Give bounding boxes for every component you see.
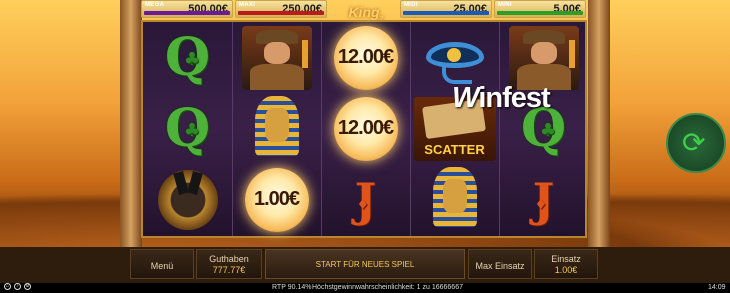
reel-cell: J ♦ xyxy=(499,164,588,235)
sound-icon[interactable]: ♪ xyxy=(14,283,21,290)
coin-value: 12.00€ xyxy=(337,117,394,139)
max-bet-button[interactable]: Max Einsatz xyxy=(468,249,532,279)
jackpot-midi: MIDI 25.00€ xyxy=(400,0,492,18)
jackpot-mega: MEGA 500.00€ xyxy=(141,0,233,18)
reel-2: 1.00€ xyxy=(232,22,321,236)
right-pillar xyxy=(588,0,610,250)
club-icon: ♣ xyxy=(183,49,200,70)
symbol-q: Q ♣ xyxy=(165,27,210,88)
anubis-symbol xyxy=(157,169,218,230)
menu-button[interactable]: Menü xyxy=(130,249,194,279)
refresh-icon: ⟳ xyxy=(682,127,706,158)
reel-cell: 12.00€ xyxy=(321,22,410,93)
club-icon: ♣ xyxy=(539,120,556,141)
balance-value: 777.77€ xyxy=(212,265,246,275)
diamond-icon: ♦ xyxy=(534,196,548,213)
symbol-j: J ♦ xyxy=(533,173,555,227)
bet-label: Einsatz xyxy=(551,254,581,264)
jackpot-mega-label: MEGA xyxy=(145,2,165,8)
start-label: START FÜR NEUES SPIEL xyxy=(315,260,415,269)
home-icon[interactable]: ⌂ xyxy=(4,283,11,290)
jackpot-midi-bar xyxy=(403,11,489,15)
control-bar: Menü Guthaben 777.77€ START FÜR NEUES SP… xyxy=(0,247,730,283)
watermark-text: infest xyxy=(478,82,550,114)
diamond-icon: ♦ xyxy=(356,196,370,213)
reel-cell: Q ♣ xyxy=(143,93,232,164)
balance-display: Guthaben 777.77€ xyxy=(196,249,262,279)
start-button[interactable]: START FÜR NEUES SPIEL xyxy=(265,249,465,279)
explorer-symbol xyxy=(508,25,579,90)
reel-divider xyxy=(410,22,411,236)
pharaoh-symbol xyxy=(427,166,483,233)
bet-value: 1.00€ xyxy=(554,265,578,275)
reel-3: 12.00€ 12.00€ J ♦ xyxy=(321,22,410,236)
status-bar: ⌂ ♪ ⚙ RTP 90.14% Höchstgewinnwahrscheinl… xyxy=(0,283,730,293)
game-logo: EGYPT King2 xyxy=(335,0,397,23)
refresh-button[interactable]: ⟳ xyxy=(666,113,726,173)
pharaoh-symbol xyxy=(249,95,305,162)
reel-cell xyxy=(410,164,499,235)
eye-of-horus-symbol xyxy=(420,32,490,84)
jackpot-maxi-label: MAXI xyxy=(239,2,256,8)
reel-4: SCATTER xyxy=(410,22,499,236)
max-bet-label: Max Einsatz xyxy=(475,261,525,271)
bet-selector[interactable]: Einsatz 1.00€ xyxy=(534,249,598,279)
reel-cell: 1.00€ xyxy=(232,164,321,235)
coin-symbol: 1.00€ xyxy=(244,167,309,232)
reel-cell xyxy=(232,93,321,164)
jackpot-mini: MINI 5.00€ xyxy=(494,0,586,18)
club-icon: ♣ xyxy=(183,120,200,141)
logo-line2: King xyxy=(348,4,380,20)
watermark-logo: Winfest xyxy=(452,82,551,114)
explorer-symbol xyxy=(241,25,312,90)
coin-symbol: 12.00€ xyxy=(333,25,398,90)
reel-grid: Q ♣ Q ♣ 1.00€ 12.00€ 12.00€ J ♦ SCATTER Q ♣ J ♦ xyxy=(141,20,587,238)
reel-cell: Q ♣ xyxy=(143,22,232,93)
reel-divider xyxy=(232,22,233,236)
clock: 14:09 xyxy=(708,284,726,291)
jackpot-midi-label: MIDI xyxy=(404,2,418,8)
menu-label: Menü xyxy=(150,261,174,271)
symbol-j: J ♦ xyxy=(355,173,377,227)
balance-label: Guthaben xyxy=(209,254,249,264)
jackpot-mini-label: MINI xyxy=(498,2,512,8)
reel-1: Q ♣ Q ♣ xyxy=(143,22,232,236)
coin-value: 12.00€ xyxy=(337,46,394,68)
left-pillar xyxy=(120,0,142,250)
symbol-q: Q ♣ xyxy=(165,98,210,159)
reel-cell xyxy=(232,22,321,93)
reel-divider xyxy=(321,22,322,236)
scatter-label: SCATTER xyxy=(424,141,485,157)
coin-value: 1.00€ xyxy=(253,188,300,210)
jackpot-maxi-bar xyxy=(238,11,324,15)
reel-divider xyxy=(499,22,500,236)
settings-icon[interactable]: ⚙ xyxy=(24,283,31,290)
reel-cell: 12.00€ xyxy=(321,93,410,164)
reel-cell: J ♦ xyxy=(321,164,410,235)
jackpot-mini-bar xyxy=(497,11,583,15)
coin-symbol: 12.00€ xyxy=(333,96,398,161)
reel-5: Q ♣ J ♦ xyxy=(499,22,588,236)
jackpot-maxi: MAXI 250.00€ xyxy=(235,0,327,18)
jackpot-mega-bar xyxy=(144,11,230,15)
odds-text: Höchstgewinnwahrscheinlichkeit: 1 zu 166… xyxy=(312,284,463,291)
reel-cell xyxy=(143,164,232,235)
rtp-text: RTP 90.14% xyxy=(272,284,312,291)
